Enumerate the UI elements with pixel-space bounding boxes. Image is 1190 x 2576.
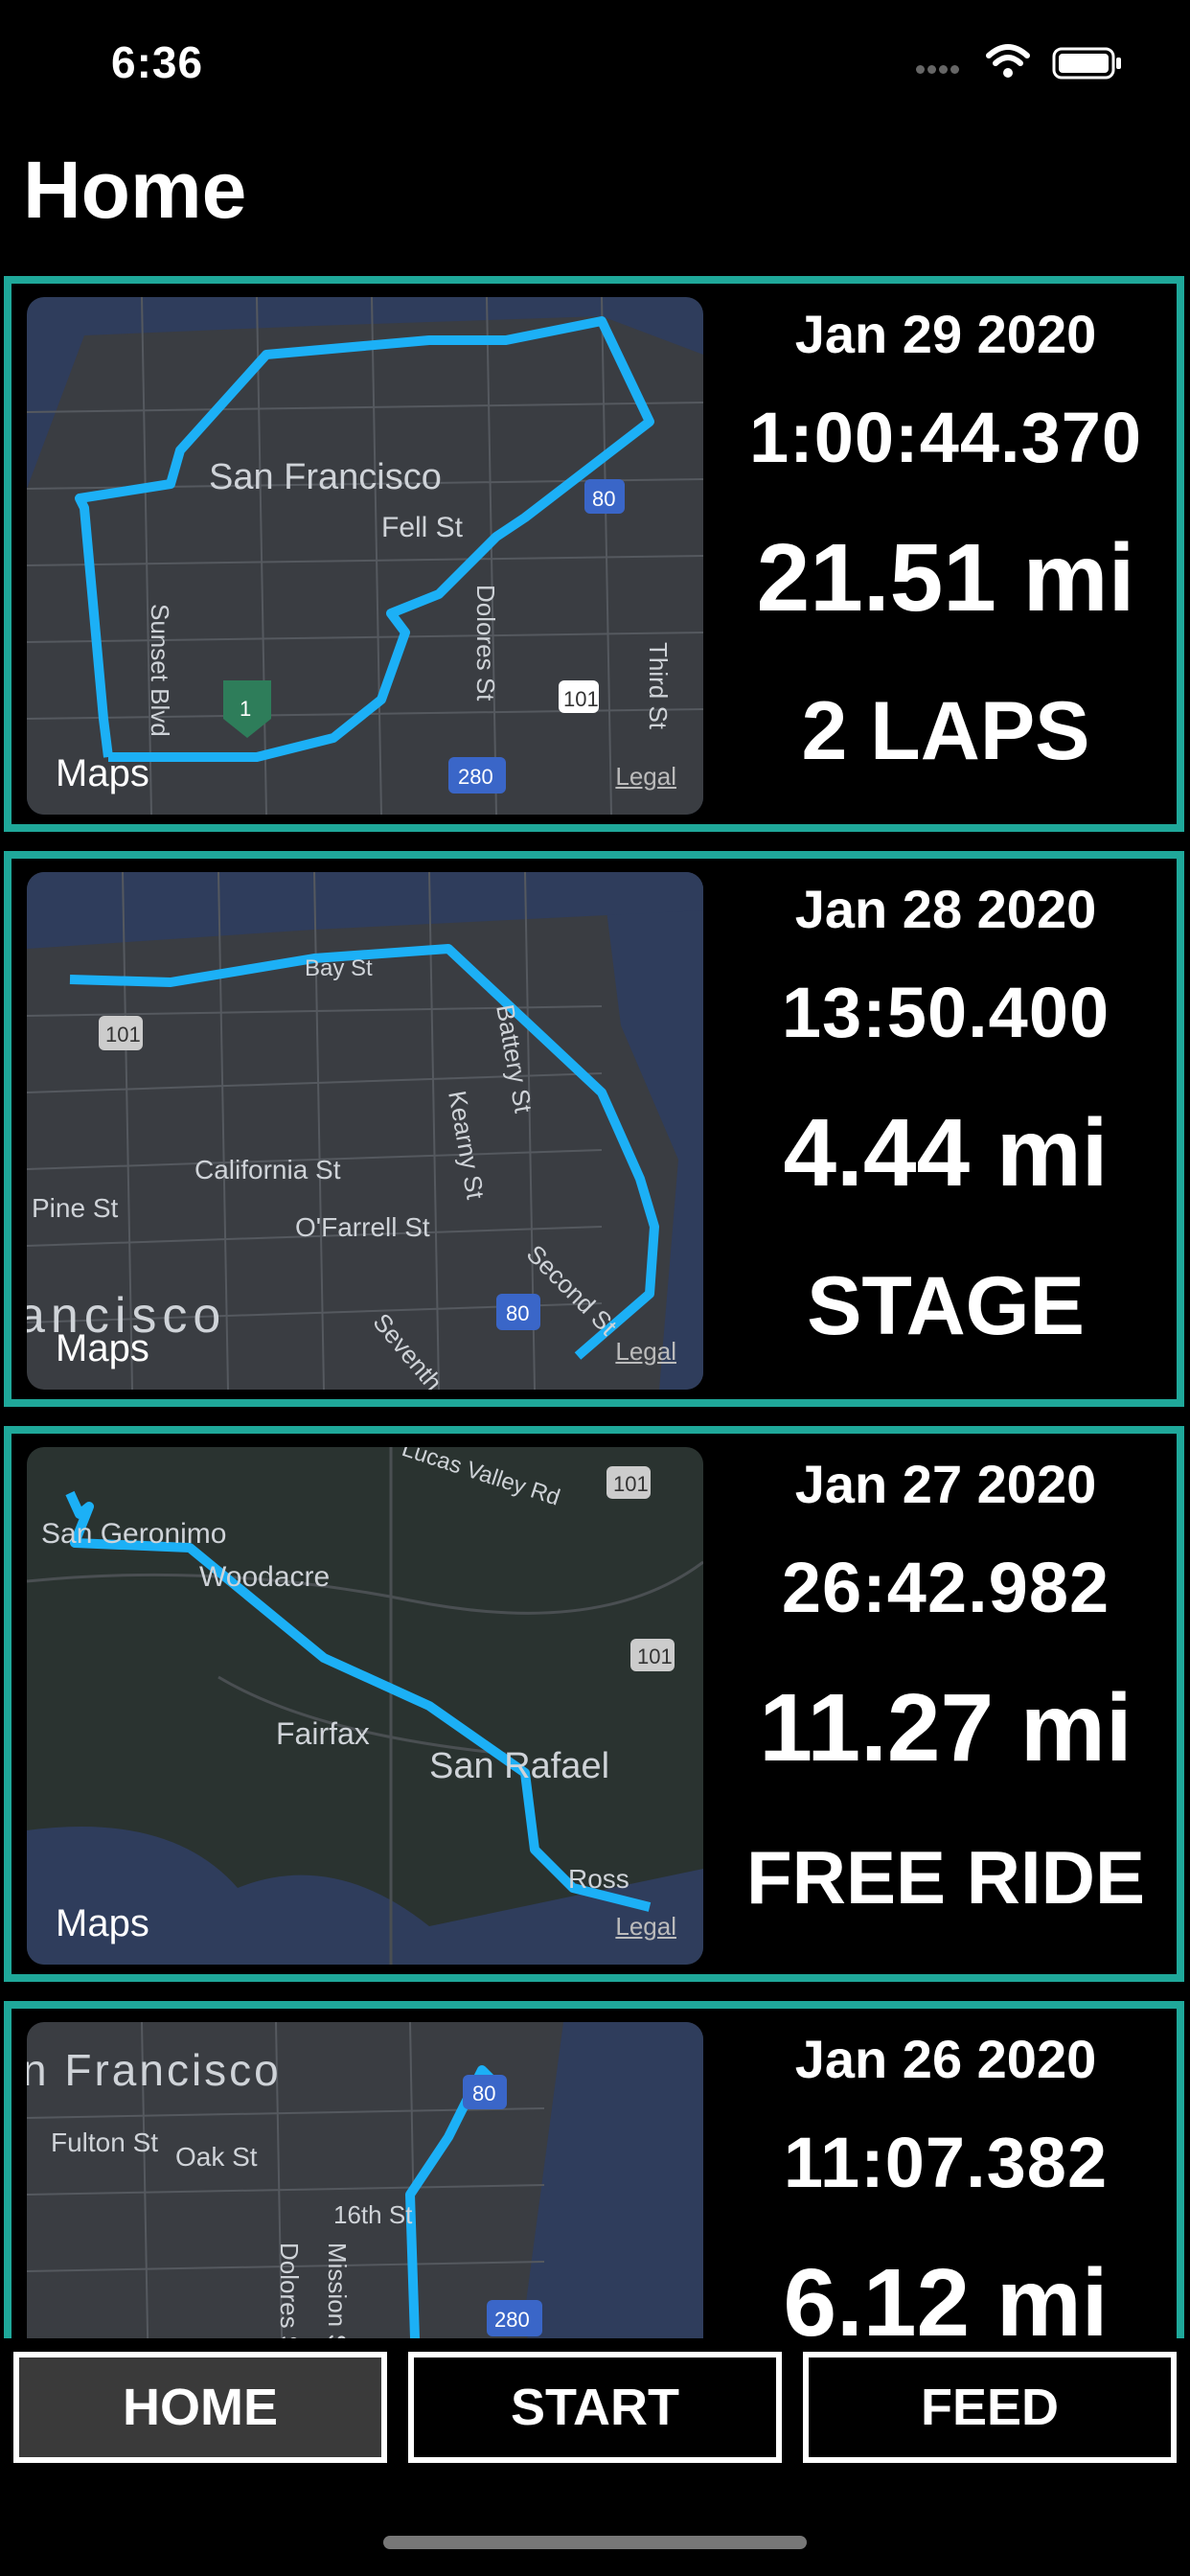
status-time: 6:36	[111, 37, 204, 87]
map-label: Oak St	[175, 2142, 258, 2172]
ride-date: Jan 29 2020	[794, 304, 1097, 364]
page-title: Home	[23, 145, 247, 235]
map-label: Bay St	[305, 955, 373, 981]
highway-shield: 80	[506, 1301, 529, 1325]
battery-icon	[1052, 47, 1121, 80]
map-label: Woodacre	[199, 1561, 330, 1593]
highway-shield: 280	[458, 765, 493, 789]
status-bar: 6:36	[0, 0, 1190, 134]
legal-link[interactable]: Legal	[615, 1337, 676, 1367]
maps-logo: Maps	[56, 1327, 149, 1369]
map-label: San Francisco	[209, 457, 442, 497]
highway-shield: 80	[592, 487, 615, 511]
ride-distance: 6.12 mi	[783, 2249, 1109, 2340]
ride-card[interactable]: n Francisco Fulton St Oak St 16th St Dol…	[4, 2001, 1184, 2340]
highway-shield: 80	[472, 2082, 495, 2105]
map-label: Third St	[644, 642, 673, 730]
ride-duration: 1:00:44.370	[748, 398, 1143, 477]
legal-link[interactable]: Legal	[615, 1912, 676, 1942]
ride-distance: 4.44 mi	[783, 1099, 1109, 1207]
highway-shield: 101	[563, 687, 599, 711]
tab-feed[interactable]: FEED	[803, 2352, 1177, 2463]
map-label: Sunset Blvd	[146, 604, 174, 737]
ride-card[interactable]: San Geronimo Woodacre Fairfax San Rafael…	[4, 1426, 1184, 1982]
map-label: San Geronimo	[41, 1518, 226, 1550]
ride-duration: 11:07.382	[783, 2123, 1109, 2202]
ride-duration: 13:50.400	[781, 973, 1110, 1052]
ride-type: FREE RIDE	[745, 1835, 1146, 1920]
map-label: Ross	[568, 1864, 629, 1894]
tab-bar: HOME START FEED	[0, 2338, 1190, 2463]
ride-date: Jan 26 2020	[794, 2029, 1097, 2089]
ride-stats: Jan 26 2020 11:07.382 6.12 mi	[711, 2009, 1180, 2340]
ride-stats: Jan 27 2020 26:42.982 11.27 mi FREE RIDE	[711, 1434, 1180, 1974]
ride-card[interactable]: San Francisco Fell St Sunset Blvd Dolore…	[4, 276, 1184, 832]
map-label: Fulton St	[51, 2128, 158, 2157]
maps-logo: Maps	[56, 752, 149, 794]
ride-card[interactable]: Bay St Battery St Kearny St California S…	[4, 851, 1184, 1407]
cellular-signal-icon	[916, 61, 970, 74]
highway-shield: 101	[613, 1472, 649, 1496]
ride-duration: 26:42.982	[781, 1548, 1110, 1627]
ride-list[interactable]: San Francisco Fell St Sunset Blvd Dolore…	[0, 270, 1190, 2340]
ride-stats: Jan 29 2020 1:00:44.370 21.51 mi 2 LAPS	[711, 284, 1180, 824]
maps-logo: Maps	[56, 1902, 149, 1944]
map-label: Fairfax	[276, 1716, 370, 1751]
wifi-icon	[986, 44, 1030, 78]
route-map[interactable]: San Francisco Fell St Sunset Blvd Dolore…	[27, 297, 703, 815]
legal-link[interactable]: Legal	[615, 762, 676, 792]
ride-date: Jan 27 2020	[794, 1454, 1097, 1514]
ride-type: 2 LAPS	[801, 685, 1090, 777]
highway-shield: 101	[105, 1023, 141, 1046]
tab-start[interactable]: START	[408, 2352, 782, 2463]
map-label: Dolores St	[275, 2242, 304, 2340]
map-label: Fell St	[381, 512, 464, 543]
map-label: n Francisco	[27, 2045, 282, 2095]
route-map[interactable]: Bay St Battery St Kearny St California S…	[27, 872, 703, 1390]
map-label: Mission St	[323, 2242, 352, 2340]
map-label: O'Farrell St	[295, 1212, 430, 1242]
ride-date: Jan 28 2020	[794, 879, 1097, 939]
map-label: California St	[195, 1155, 341, 1184]
ride-type: STAGE	[807, 1260, 1085, 1352]
map-label: San Rafael	[429, 1746, 609, 1786]
highway-shield: 280	[494, 2308, 530, 2332]
route-map[interactable]: San Geronimo Woodacre Fairfax San Rafael…	[27, 1447, 703, 1965]
map-label: Pine St	[32, 1193, 118, 1223]
tab-home[interactable]: HOME	[13, 2352, 387, 2463]
map-label: Dolores St	[471, 585, 500, 702]
ride-distance: 11.27 mi	[759, 1674, 1133, 1782]
highway-shield: 1	[240, 697, 251, 721]
ride-stats: Jan 28 2020 13:50.400 4.44 mi STAGE	[711, 859, 1180, 1399]
home-indicator	[383, 2536, 807, 2549]
highway-shield: 101	[637, 1644, 673, 1668]
route-map[interactable]: n Francisco Fulton St Oak St 16th St Dol…	[27, 2022, 703, 2340]
map-label: 16th St	[333, 2200, 413, 2229]
ride-distance: 21.51 mi	[756, 524, 1135, 632]
